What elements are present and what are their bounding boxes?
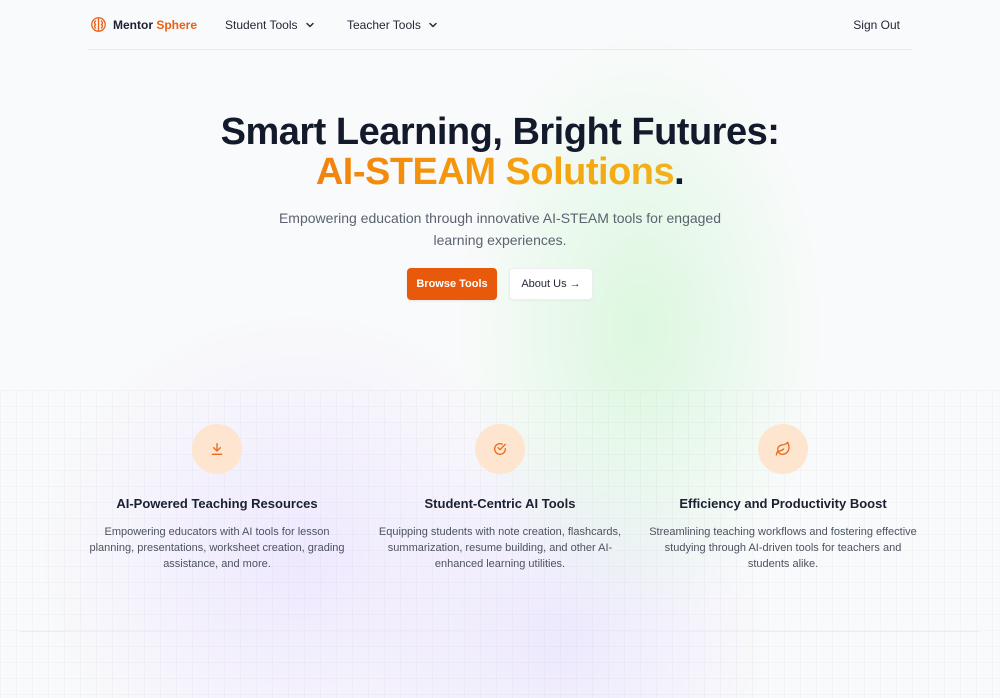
hero-title-line2: AI-STEAM Solutions. xyxy=(0,152,1000,192)
top-navbar: Mentor Sphere Student Tools Teacher Tool… xyxy=(88,0,912,50)
download-icon xyxy=(211,443,223,455)
check-circle-icon xyxy=(494,443,506,455)
chevron-down-icon xyxy=(305,22,314,28)
hero-title-line1: Smart Learning, Bright Futures: xyxy=(220,111,780,153)
brand-name: Mentor Sphere xyxy=(113,17,198,32)
nav-student-tools[interactable]: Student Tools xyxy=(225,18,315,32)
hero-title: Smart Learning, Bright Futures: AI-STEAM… xyxy=(0,112,1000,192)
feature-description: Streamlining teaching workflows and fost… xyxy=(649,526,917,570)
chevron-down-icon xyxy=(429,22,437,28)
feature-teaching-resources: AI-Powered Teaching Resources Empowering… xyxy=(82,424,352,572)
about-us-button[interactable]: About Us → xyxy=(509,268,593,300)
feature-description: Equipping students with note creation, f… xyxy=(378,526,622,570)
feature-description: Empowering educators with AI tools for l… xyxy=(89,526,345,570)
feature-icon-circle xyxy=(192,424,242,474)
sign-out-link[interactable]: Sign Out xyxy=(853,18,900,32)
nav-student-tools-label: Student Tools xyxy=(225,18,298,32)
nav-teacher-tools-label: Teacher Tools xyxy=(347,18,421,32)
browse-tools-button[interactable]: Browse Tools xyxy=(407,268,497,300)
leaf-icon xyxy=(775,441,790,456)
hero-subtitle: Empowering education through innovative … xyxy=(278,210,722,248)
feature-title: Efficiency and Productivity Boost xyxy=(679,496,887,511)
feature-productivity: Efficiency and Productivity Boost Stream… xyxy=(648,424,918,572)
feature-title: Student-Centric AI Tools xyxy=(424,496,576,511)
hero-title-period: . xyxy=(674,151,685,193)
section-divider xyxy=(20,631,980,632)
feature-icon-circle xyxy=(758,424,808,474)
hero-title-highlight: AI-STEAM Solutions xyxy=(315,151,675,193)
feature-title: AI-Powered Teaching Resources xyxy=(116,496,318,511)
feature-student-tools: Student-Centric AI Tools Equipping stude… xyxy=(365,424,635,572)
nav-teacher-tools[interactable]: Teacher Tools xyxy=(347,18,438,32)
brand-logo[interactable]: Mentor Sphere xyxy=(90,16,197,33)
brain-icon xyxy=(91,17,106,32)
feature-icon-circle xyxy=(475,424,525,474)
